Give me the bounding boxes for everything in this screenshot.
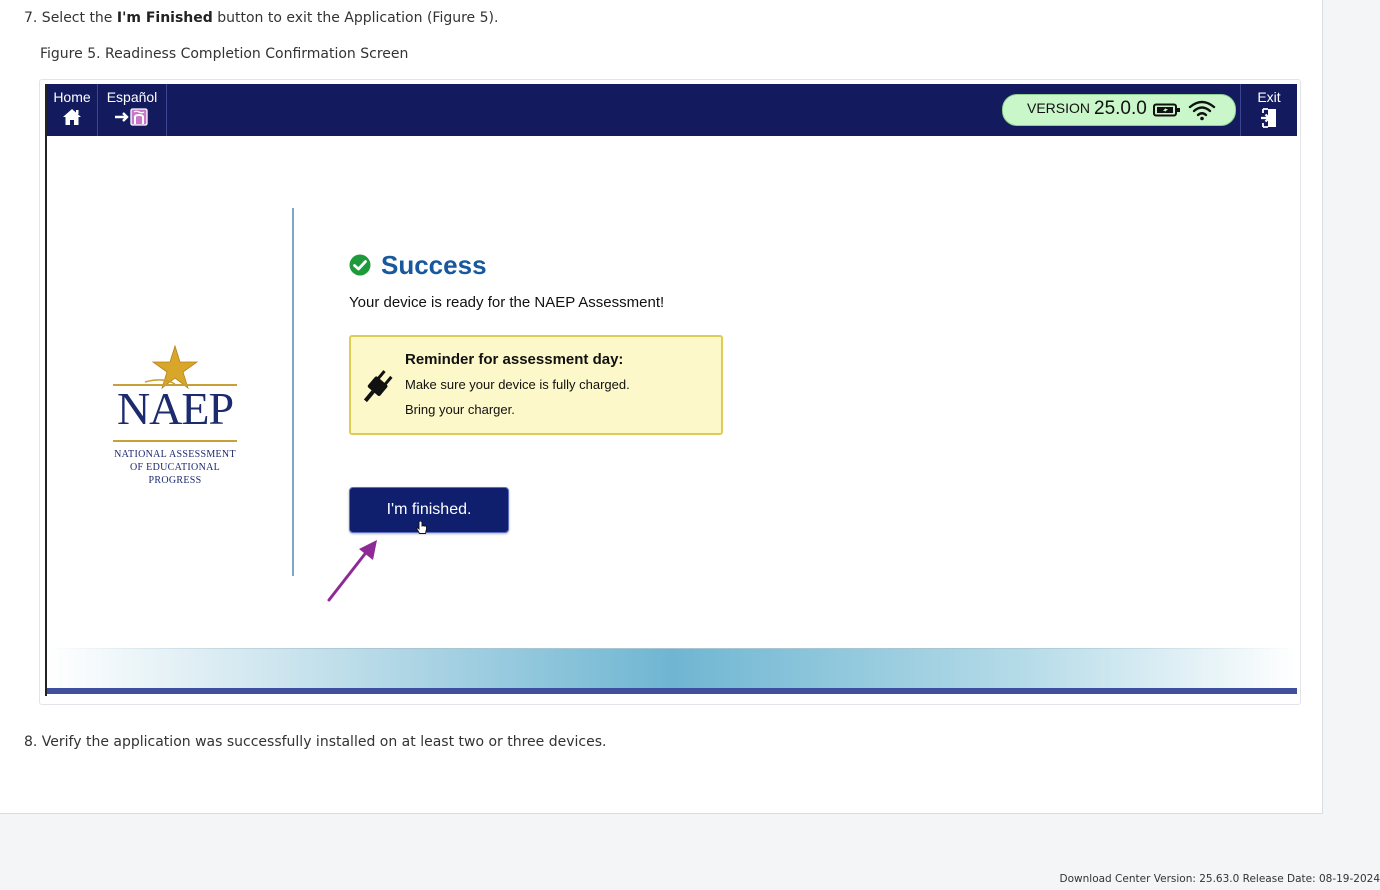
home-button[interactable]: Home [47, 84, 98, 136]
exit-door-icon [1241, 108, 1297, 128]
version-label: VERSION [1027, 100, 1091, 116]
version-status-pill: VERSION 25.0.0 [1002, 94, 1236, 126]
reminder-line-2: Bring your charger. [405, 402, 515, 417]
espanol-label: Español [106, 89, 158, 105]
home-label: Home [53, 89, 91, 105]
app-screenshot: Home Español VERSION 25.0.0 Exit NAEP NA… [45, 84, 1297, 696]
reminder-title: Reminder for assessment day: [405, 351, 624, 368]
battery-icon [1153, 103, 1181, 122]
naep-subtitle-line2: OF EDUCATIONAL [129, 462, 221, 473]
naep-subtitle-line1: NATIONAL ASSESSMENT [114, 449, 236, 460]
logo-rule-bottom [113, 440, 237, 442]
step-7-prefix: 7. Select the [24, 10, 117, 26]
exit-label: Exit [1257, 89, 1281, 105]
home-icon [47, 108, 97, 126]
exit-button[interactable]: Exit [1240, 84, 1297, 136]
version-number: 25.0.0 [1094, 98, 1147, 119]
reminder-box: Reminder for assessment day: Make sure y… [349, 335, 723, 435]
language-switch-icon [98, 108, 166, 126]
purple-pointer-arrow-icon [323, 536, 383, 610]
document-panel: 7. Select the I'm Finished button to exi… [0, 0, 1323, 814]
im-finished-button[interactable]: I'm finished. [349, 487, 509, 533]
figure-5-frame: Home Español VERSION 25.0.0 Exit NAEP NA… [39, 79, 1301, 705]
download-center-version: Download Center Version: 25.63.0 Release… [1059, 873, 1380, 885]
app-topbar: Home Español VERSION 25.0.0 Exit [47, 84, 1297, 136]
naep-subtitle: NATIONAL ASSESSMENT OF EDUCATIONAL PROGR… [113, 448, 237, 487]
success-title: Success [381, 249, 487, 280]
hand-cursor-icon [416, 520, 428, 539]
success-check-icon [349, 254, 371, 276]
figure-caption: Figure 5. Readiness Completion Confirmat… [40, 46, 409, 62]
espanol-button[interactable]: Español [98, 84, 167, 136]
step-7-suffix: button to exit the Application (Figure 5… [212, 10, 499, 26]
success-heading: Success [349, 248, 487, 282]
wifi-icon [1188, 99, 1216, 126]
bottom-gradient-band [47, 648, 1297, 692]
naep-subtitle-line3: PROGRESS [148, 475, 202, 486]
vertical-divider [292, 208, 294, 576]
plug-icon [357, 367, 397, 412]
step-7-text: 7. Select the I'm Finished button to exi… [24, 10, 498, 26]
ready-message: Your device is ready for the NAEP Assess… [349, 294, 665, 311]
naep-wordmark: NAEP [116, 383, 234, 434]
bottom-strip [47, 688, 1297, 694]
step-7-bold: I'm Finished [116, 10, 213, 26]
step-8-text: 8. Verify the application was successful… [24, 734, 607, 750]
reminder-line-1: Make sure your device is fully charged. [405, 377, 630, 392]
